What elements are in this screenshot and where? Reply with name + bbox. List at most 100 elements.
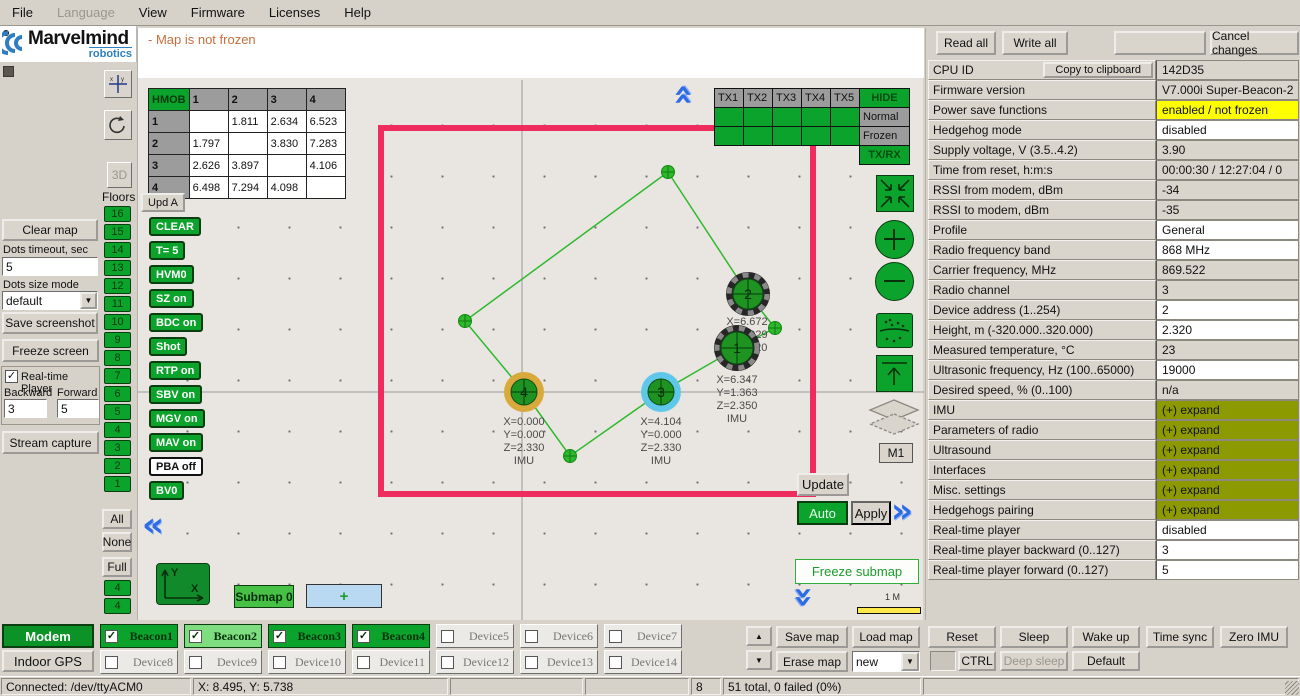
axes-view-button[interactable]: xy (104, 70, 132, 98)
freeze-screen-button[interactable]: Freeze screen (2, 339, 99, 362)
menu-item-firmware[interactable]: Firmware (179, 1, 257, 24)
tabs-scroll-down-button[interactable]: ▼ (746, 650, 772, 670)
tab-beacon1[interactable]: ✓Beacon1 (100, 624, 178, 648)
property-value[interactable]: 2 (1156, 300, 1299, 320)
tab-checkbox[interactable] (609, 630, 622, 643)
overlay-button-clear[interactable]: CLEAR (149, 217, 201, 236)
overlay-button-mav-on[interactable]: MAV on (149, 433, 203, 452)
tab-device8[interactable]: Device8 (100, 650, 178, 674)
property-value[interactable]: (+) expand (1156, 420, 1299, 440)
property-value[interactable]: 19000 (1156, 360, 1299, 380)
reset-button[interactable]: Reset (928, 626, 996, 648)
map-select-dropdown[interactable]: new ▼ (852, 651, 920, 672)
chevron-right-icon[interactable]: » (891, 498, 913, 524)
overlay-button-pba-off[interactable]: PBA off (149, 457, 203, 476)
tab-beacon2[interactable]: ✓Beacon2 (184, 624, 262, 648)
tab-device9[interactable]: Device9 (184, 650, 262, 674)
tab-device14[interactable]: Device14 (604, 650, 682, 674)
save-map-button[interactable]: Save map (776, 626, 848, 648)
dropdown-arrow-icon[interactable]: ▼ (80, 292, 97, 309)
forward-input[interactable]: 5 (57, 399, 99, 418)
property-value[interactable]: disabled (1156, 520, 1299, 540)
tab-checkbox[interactable] (273, 656, 286, 669)
indoor-gps-tab[interactable]: Indoor GPS (2, 650, 94, 672)
overlay-button-t-5[interactable]: T= 5 (149, 241, 185, 260)
tab-checkbox-checked[interactable]: ✓ (357, 630, 370, 643)
property-value[interactable]: 868 MHz (1156, 240, 1299, 260)
overlay-button-bv0[interactable]: BV0 (149, 481, 184, 500)
chevron-left-icon[interactable]: « (142, 512, 164, 538)
tab-beacon3[interactable]: ✓Beacon3 (268, 624, 346, 648)
property-value[interactable]: General (1156, 220, 1299, 240)
tx-header-cell[interactable]: TX1 (715, 89, 744, 108)
property-value[interactable]: (+) expand (1156, 460, 1299, 480)
floor-button-6[interactable]: 6 (104, 386, 131, 402)
floor-button-15[interactable]: 15 (104, 224, 131, 240)
ctrl-checkbox[interactable] (930, 651, 956, 671)
tab-checkbox[interactable] (525, 656, 538, 669)
tab-checkbox-checked[interactable]: ✓ (105, 630, 118, 643)
floor-button-1[interactable]: 1 (104, 476, 131, 492)
property-value[interactable]: (+) expand (1156, 500, 1299, 520)
tab-device10[interactable]: Device10 (268, 650, 346, 674)
floors-all-button[interactable]: All (102, 509, 132, 529)
floor-button-8[interactable]: 8 (104, 350, 131, 366)
floor-button-4[interactable]: 4 (104, 422, 131, 438)
blank-button[interactable] (1114, 31, 1206, 55)
tx-cell[interactable] (715, 127, 744, 146)
time-sync-button[interactable]: Time sync (1146, 626, 1214, 648)
tabs-scroll-up-button[interactable]: ▲ (746, 626, 772, 646)
dots-filter-icon[interactable] (876, 313, 913, 348)
erase-map-button[interactable]: Erase map (776, 651, 848, 672)
property-value[interactable]: 2.320 (1156, 320, 1299, 340)
tab-checkbox[interactable] (525, 630, 538, 643)
layers-icon[interactable] (866, 398, 922, 440)
floors-full-button[interactable]: Full (102, 557, 132, 577)
overlay-button-sz-on[interactable]: SZ on (149, 289, 194, 308)
submap-0-tab[interactable]: Submap 0 (234, 585, 294, 608)
menu-item-help[interactable]: Help (332, 1, 383, 24)
overlay-button-hvm0[interactable]: HVM0 (149, 265, 194, 284)
floor-extra-0[interactable]: 4 (104, 580, 131, 596)
floor-extra-1[interactable]: 4 (104, 598, 131, 614)
menu-item-language[interactable]: Language (45, 1, 127, 24)
wake-up-button[interactable]: Wake up (1072, 626, 1140, 648)
zero-imu-button[interactable]: Zero IMU (1220, 626, 1288, 648)
rotate-view-button[interactable] (104, 110, 132, 140)
apply-button[interactable]: Apply (851, 501, 891, 525)
mode-3d-button[interactable]: 3D (107, 162, 132, 188)
read-all-button[interactable]: Read all (936, 31, 996, 55)
floor-button-11[interactable]: 11 (104, 296, 131, 312)
map-axes-widget[interactable]: Y X (156, 563, 210, 605)
tab-checkbox[interactable] (105, 656, 118, 669)
map-select-arrow-icon[interactable]: ▼ (901, 652, 919, 671)
floor-button-5[interactable]: 5 (104, 404, 131, 420)
tx-cell[interactable] (744, 127, 773, 146)
tx-side-normal[interactable]: Normal (860, 108, 910, 127)
dots-timeout-input[interactable]: 5 (2, 257, 98, 276)
overlay-button-sbv-on[interactable]: SBV on (149, 385, 202, 404)
tab-device7[interactable]: Device7 (604, 624, 682, 648)
property-value[interactable]: disabled (1156, 120, 1299, 140)
m1-marker[interactable]: M1 (879, 443, 913, 463)
upd-a-button[interactable]: Upd A (141, 193, 185, 212)
menu-item-view[interactable]: View (127, 1, 179, 24)
overlay-button-bdc-on[interactable]: BDC on (149, 313, 203, 332)
tx-cell[interactable] (831, 127, 860, 146)
tab-device12[interactable]: Device12 (436, 650, 514, 674)
tab-device6[interactable]: Device6 (520, 624, 598, 648)
tab-device11[interactable]: Device11 (352, 650, 430, 674)
floor-button-12[interactable]: 12 (104, 278, 131, 294)
tab-checkbox[interactable] (441, 656, 454, 669)
property-value[interactable]: 5 (1156, 560, 1299, 580)
chevron-up-icon[interactable]: » (669, 84, 695, 106)
tx-cell[interactable] (715, 108, 744, 127)
floor-button-13[interactable]: 13 (104, 260, 131, 276)
tx-cell[interactable] (831, 108, 860, 127)
tab-checkbox[interactable] (609, 656, 622, 669)
clear-map-button[interactable]: Clear map (2, 219, 98, 241)
ctrl-button[interactable]: CTRL (958, 651, 996, 671)
property-value[interactable]: enabled / not frozen (1156, 100, 1299, 120)
tx-cell[interactable] (802, 108, 831, 127)
dots-size-select[interactable]: default ▼ (2, 291, 98, 310)
